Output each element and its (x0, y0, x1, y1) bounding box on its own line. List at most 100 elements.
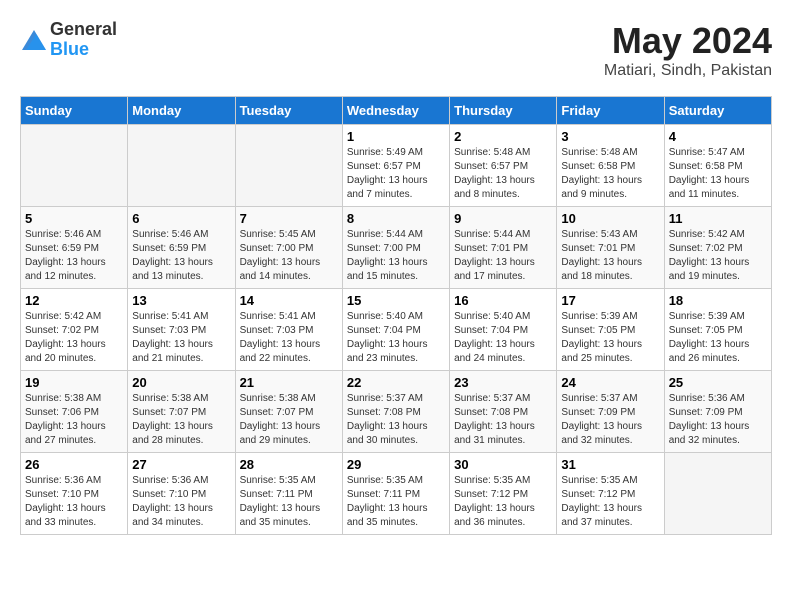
day-number: 2 (454, 129, 552, 144)
day-number: 26 (25, 457, 123, 472)
calendar-cell: 7Sunrise: 5:45 AMSunset: 7:00 PMDaylight… (235, 207, 342, 289)
day-detail: Sunrise: 5:46 AMSunset: 6:59 PMDaylight:… (25, 228, 123, 284)
calendar-cell: 12 Sunrise: 5:42 AMSunset: 7:02 PMDayligh… (21, 289, 128, 371)
calendar-cell: 5 Sunrise: 5:46 AMSunset: 6:59 PMDaylight… (21, 207, 128, 289)
calendar-cell: 17 Sunrise: 5:39 AMSunset: 7:05 PMDayligh… (557, 289, 664, 371)
page-header: General Blue May 2024 Matiari, Sindh, Pa… (20, 20, 772, 80)
day-number: 25 (669, 375, 767, 390)
day-detail: Sunrise: 5:35 AMSunset: 7:12 PMDaylight:… (561, 474, 659, 530)
day-number: 14 (240, 293, 338, 308)
day-number: 10 (561, 211, 659, 226)
day-detail: Sunrise: 5:44 AMSunset: 7:00 PMDaylight:… (347, 228, 445, 284)
calendar-cell: 21 Sunrise: 5:38 AMSunset: 7:07 PMDayligh… (235, 371, 342, 453)
day-number: 29 (347, 457, 445, 472)
calendar-cell: 10 Sunrise: 5:43 AMSunset: 7:01 PMDayligh… (557, 207, 664, 289)
weekday-header-tuesday: Tuesday (235, 97, 342, 125)
calendar-cell (21, 125, 128, 207)
calendar-cell: 15 Sunrise: 5:40 AMSunset: 7:04 PMDayligh… (342, 289, 449, 371)
calendar-cell: 30 Sunrise: 5:35 AMSunset: 7:12 PMDayligh… (450, 453, 557, 535)
calendar-cell: 27 Sunrise: 5:36 AMSunset: 7:10 PMDayligh… (128, 453, 235, 535)
day-number: 4 (669, 129, 767, 144)
day-detail: Sunrise: 5:41 AMSunset: 7:03 PMDaylight:… (240, 310, 338, 366)
day-number: 31 (561, 457, 659, 472)
day-number: 7 (240, 211, 338, 226)
day-detail: Sunrise: 5:38 AMSunset: 7:06 PMDaylight:… (25, 392, 123, 448)
day-number: 15 (347, 293, 445, 308)
month-title: May 2024 (604, 20, 772, 62)
calendar-cell: 6Sunrise: 5:46 AMSunset: 6:59 PMDaylight… (128, 207, 235, 289)
calendar-cell: 13 Sunrise: 5:41 AMSunset: 7:03 PMDayligh… (128, 289, 235, 371)
day-number: 9 (454, 211, 552, 226)
weekday-header-sunday: Sunday (21, 97, 128, 125)
logo-general-text: General (50, 20, 117, 40)
calendar-cell: 20 Sunrise: 5:38 AMSunset: 7:07 PMDayligh… (128, 371, 235, 453)
calendar-table: SundayMondayTuesdayWednesdayThursdayFrid… (20, 96, 772, 535)
calendar-cell: 1Sunrise: 5:49 AMSunset: 6:57 PMDaylight… (342, 125, 449, 207)
calendar-cell: 2Sunrise: 5:48 AMSunset: 6:57 PMDaylight… (450, 125, 557, 207)
calendar-cell: 19 Sunrise: 5:38 AMSunset: 7:06 PMDayligh… (21, 371, 128, 453)
calendar-cell: 29 Sunrise: 5:35 AMSunset: 7:11 PMDayligh… (342, 453, 449, 535)
calendar-week-5: 26 Sunrise: 5:36 AMSunset: 7:10 PMDayligh… (21, 453, 772, 535)
day-detail: Sunrise: 5:40 AMSunset: 7:04 PMDaylight:… (454, 310, 552, 366)
day-detail: Sunrise: 5:37 AMSunset: 7:08 PMDaylight:… (347, 392, 445, 448)
weekday-header-monday: Monday (128, 97, 235, 125)
day-number: 21 (240, 375, 338, 390)
day-number: 11 (669, 211, 767, 226)
day-number: 3 (561, 129, 659, 144)
day-detail: Sunrise: 5:40 AMSunset: 7:04 PMDaylight:… (347, 310, 445, 366)
day-detail: Sunrise: 5:36 AMSunset: 7:10 PMDaylight:… (25, 474, 123, 530)
calendar-cell: 3 Sunrise: 5:48 AMSunset: 6:58 PMDaylight… (557, 125, 664, 207)
day-number: 8 (347, 211, 445, 226)
day-detail: Sunrise: 5:42 AMSunset: 7:02 PMDaylight:… (669, 228, 767, 284)
day-number: 1 (347, 129, 445, 144)
day-detail: Sunrise: 5:43 AMSunset: 7:01 PMDaylight:… (561, 228, 659, 284)
calendar-header: SundayMondayTuesdayWednesdayThursdayFrid… (21, 97, 772, 125)
day-number: 30 (454, 457, 552, 472)
day-detail: Sunrise: 5:42 AMSunset: 7:02 PMDaylight:… (25, 310, 123, 366)
day-detail: Sunrise: 5:38 AMSunset: 7:07 PMDaylight:… (240, 392, 338, 448)
day-detail: Sunrise: 5:48 AMSunset: 6:58 PMDaylight:… (561, 146, 659, 202)
logo-icon (22, 30, 46, 50)
weekday-header-saturday: Saturday (664, 97, 771, 125)
day-number: 13 (132, 293, 230, 308)
day-detail: Sunrise: 5:44 AMSunset: 7:01 PMDaylight:… (454, 228, 552, 284)
weekday-header-thursday: Thursday (450, 97, 557, 125)
day-detail: Sunrise: 5:35 AMSunset: 7:12 PMDaylight:… (454, 474, 552, 530)
day-detail: Sunrise: 5:38 AMSunset: 7:07 PMDaylight:… (132, 392, 230, 448)
weekday-header-friday: Friday (557, 97, 664, 125)
weekday-header-row: SundayMondayTuesdayWednesdayThursdayFrid… (21, 97, 772, 125)
calendar-week-2: 5 Sunrise: 5:46 AMSunset: 6:59 PMDaylight… (21, 207, 772, 289)
calendar-cell: 4 Sunrise: 5:47 AMSunset: 6:58 PMDaylight… (664, 125, 771, 207)
day-detail: Sunrise: 5:36 AMSunset: 7:10 PMDaylight:… (132, 474, 230, 530)
logo-blue-text: Blue (50, 40, 117, 60)
day-detail: Sunrise: 5:47 AMSunset: 6:58 PMDaylight:… (669, 146, 767, 202)
day-number: 27 (132, 457, 230, 472)
calendar-week-3: 12 Sunrise: 5:42 AMSunset: 7:02 PMDayligh… (21, 289, 772, 371)
calendar-cell: 26 Sunrise: 5:36 AMSunset: 7:10 PMDayligh… (21, 453, 128, 535)
day-detail: Sunrise: 5:37 AMSunset: 7:09 PMDaylight:… (561, 392, 659, 448)
day-number: 5 (25, 211, 123, 226)
calendar-cell: 31 Sunrise: 5:35 AMSunset: 7:12 PMDayligh… (557, 453, 664, 535)
logo: General Blue (20, 20, 117, 60)
day-number: 19 (25, 375, 123, 390)
day-number: 20 (132, 375, 230, 390)
calendar-week-1: 1Sunrise: 5:49 AMSunset: 6:57 PMDaylight… (21, 125, 772, 207)
day-number: 18 (669, 293, 767, 308)
day-number: 16 (454, 293, 552, 308)
day-number: 17 (561, 293, 659, 308)
day-number: 23 (454, 375, 552, 390)
day-detail: Sunrise: 5:41 AMSunset: 7:03 PMDaylight:… (132, 310, 230, 366)
weekday-header-wednesday: Wednesday (342, 97, 449, 125)
day-detail: Sunrise: 5:39 AMSunset: 7:05 PMDaylight:… (561, 310, 659, 366)
location-text: Matiari, Sindh, Pakistan (604, 62, 772, 80)
day-number: 24 (561, 375, 659, 390)
calendar-cell: 18Sunrise: 5:39 AMSunset: 7:05 PMDayligh… (664, 289, 771, 371)
calendar-cell: 23Sunrise: 5:37 AMSunset: 7:08 PMDayligh… (450, 371, 557, 453)
calendar-cell: 24 Sunrise: 5:37 AMSunset: 7:09 PMDayligh… (557, 371, 664, 453)
title-block: May 2024 Matiari, Sindh, Pakistan (604, 20, 772, 80)
calendar-cell: 11 Sunrise: 5:42 AMSunset: 7:02 PMDayligh… (664, 207, 771, 289)
calendar-body: 1Sunrise: 5:49 AMSunset: 6:57 PMDaylight… (21, 125, 772, 535)
day-number: 12 (25, 293, 123, 308)
calendar-cell: 16 Sunrise: 5:40 AMSunset: 7:04 PMDayligh… (450, 289, 557, 371)
day-detail: Sunrise: 5:35 AMSunset: 7:11 PMDaylight:… (347, 474, 445, 530)
